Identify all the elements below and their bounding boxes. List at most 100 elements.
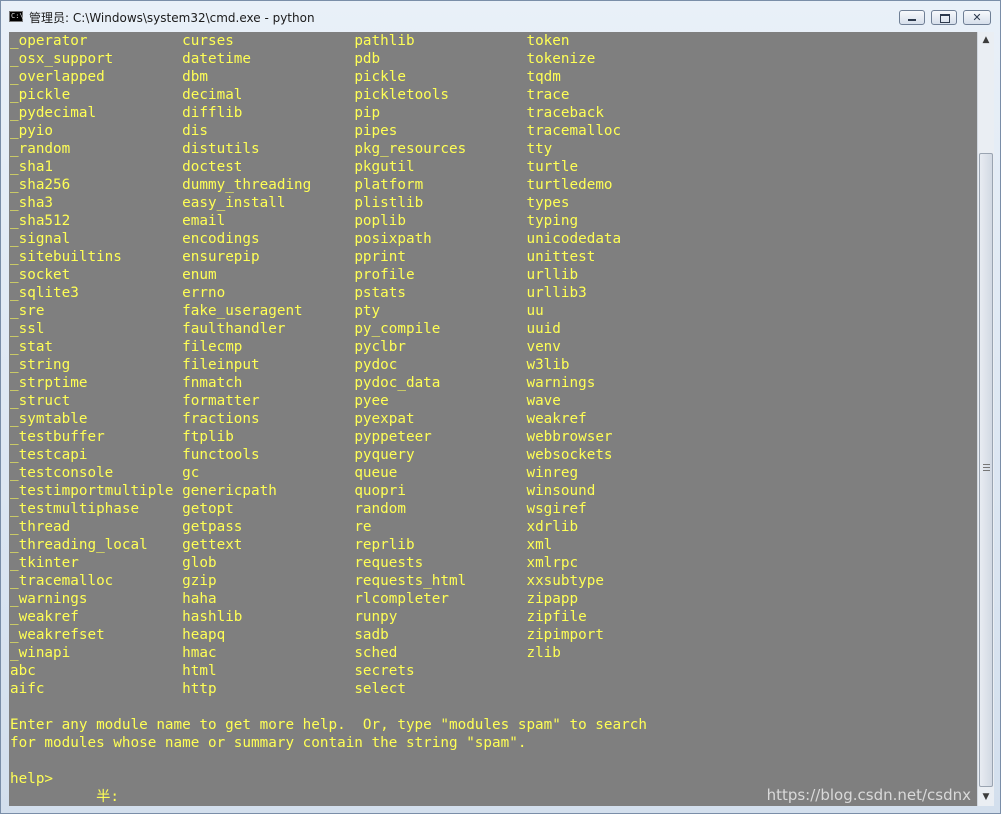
ime-status: 半: — [96, 789, 119, 805]
module-name: _signal — [10, 231, 183, 247]
module-name: pdb — [354, 51, 527, 67]
module-name: formatter — [182, 393, 355, 409]
module-name: html — [182, 663, 355, 679]
module-name: zipfile — [526, 609, 587, 625]
scroll-up-arrow-icon[interactable]: ▲ — [978, 32, 994, 49]
module-name: types — [526, 195, 570, 211]
module-name: gzip — [182, 573, 355, 589]
help-text-line: Enter any module name to get more help. … — [10, 717, 647, 733]
module-name: dis — [182, 123, 355, 139]
module-name: zipimport — [526, 627, 604, 643]
module-name: websockets — [526, 447, 613, 463]
module-name: fake_useragent — [182, 303, 355, 319]
module-name: email — [182, 213, 355, 229]
module-name: heapq — [182, 627, 355, 643]
module-name: functools — [182, 447, 355, 463]
module-name: unicodedata — [526, 231, 622, 247]
module-name: pipes — [354, 123, 527, 139]
module-name: warnings — [526, 375, 596, 391]
module-name: urllib — [526, 267, 579, 283]
module-name: xxsubtype — [526, 573, 604, 589]
module-name: zlib — [526, 645, 561, 661]
title-bar[interactable]: C:\ 管理员: C:\Windows\system32\cmd.exe - p… — [1, 1, 1000, 31]
module-name: queue — [354, 465, 527, 481]
module-name: requests_html — [354, 573, 527, 589]
module-name: urllib3 — [526, 285, 587, 301]
module-name: runpy — [354, 609, 527, 625]
help-text-line: for modules whose name or summary contai… — [10, 735, 527, 751]
module-name: zipapp — [526, 591, 579, 607]
module-name: tokenize — [526, 51, 596, 67]
close-icon: ✕ — [972, 11, 982, 24]
module-name: hashlib — [182, 609, 355, 625]
module-name: distutils — [182, 141, 355, 157]
module-name: gettext — [182, 537, 355, 553]
module-name: _winapi — [10, 645, 183, 661]
module-name: select — [354, 681, 406, 697]
watermark: https://blog.csdn.net/csdnx — [766, 786, 971, 804]
module-name: _sitebuiltins — [10, 249, 183, 265]
module-name: quopri — [354, 483, 527, 499]
module-name: tqdm — [526, 69, 561, 85]
help-prompt[interactable]: help> — [10, 771, 53, 787]
module-name: easy_install — [182, 195, 355, 211]
cmd-icon[interactable]: C:\ — [9, 11, 24, 22]
module-name: poplib — [354, 213, 527, 229]
scroll-down-arrow-icon[interactable]: ▼ — [978, 789, 994, 806]
module-name: hmac — [182, 645, 355, 661]
module-name: glob — [182, 555, 355, 571]
module-name: xml — [526, 537, 553, 553]
module-name: uu — [526, 303, 544, 319]
module-name: _pydecimal — [10, 105, 183, 121]
module-name: _random — [10, 141, 183, 157]
module-name: faulthandler — [182, 321, 355, 337]
console-output[interactable]: _operator curses pathlib token _osx_supp… — [9, 32, 977, 806]
module-name: _overlapped — [10, 69, 183, 85]
module-name: platform — [354, 177, 527, 193]
module-name: re — [354, 519, 527, 535]
module-name: _testmultiphase — [10, 501, 183, 517]
scroll-thumb[interactable] — [979, 153, 993, 787]
module-name: _thread — [10, 519, 183, 535]
module-name: wsgiref — [526, 501, 587, 517]
module-name: turtledemo — [526, 177, 613, 193]
module-name: ftplib — [182, 429, 355, 445]
module-name: pydoc_data — [354, 375, 527, 391]
close-button[interactable]: ✕ — [963, 10, 991, 25]
vertical-scrollbar[interactable]: ▲ ▼ — [977, 32, 994, 806]
module-name: ensurepip — [182, 249, 355, 265]
console-text: _operator curses pathlib token _osx_supp… — [10, 32, 647, 806]
module-name: xdrlib — [526, 519, 579, 535]
module-name: venv — [526, 339, 561, 355]
maximize-button[interactable] — [931, 10, 957, 25]
module-name: filecmp — [182, 339, 355, 355]
module-name: getopt — [182, 501, 355, 517]
module-name: aifc — [10, 681, 183, 697]
maximize-icon — [940, 14, 950, 23]
module-name: errno — [182, 285, 355, 301]
module-name: pyppeteer — [354, 429, 527, 445]
window-title: 管理员: C:\Windows\system32\cmd.exe - pytho… — [29, 11, 315, 25]
module-name: _weakrefset — [10, 627, 183, 643]
module-name: pkg_resources — [354, 141, 527, 157]
module-name: plistlib — [354, 195, 527, 211]
module-name: wave — [526, 393, 561, 409]
module-name: decimal — [182, 87, 355, 103]
minimize-button[interactable] — [899, 10, 925, 25]
module-name: fileinput — [182, 357, 355, 373]
module-name: winreg — [526, 465, 579, 481]
module-name: token — [526, 33, 570, 49]
module-name: weakref — [526, 411, 587, 427]
module-name: requests — [354, 555, 527, 571]
module-name: gc — [182, 465, 355, 481]
module-name: rlcompleter — [354, 591, 527, 607]
module-name: abc — [10, 663, 183, 679]
module-name: haha — [182, 591, 355, 607]
cmd-window: C:\ 管理员: C:\Windows\system32\cmd.exe - p… — [0, 0, 1001, 814]
module-name: turtle — [526, 159, 579, 175]
module-name: _sre — [10, 303, 183, 319]
module-name: _stat — [10, 339, 183, 355]
module-name: pyexpat — [354, 411, 527, 427]
module-name: traceback — [526, 105, 604, 121]
module-name: xmlrpc — [526, 555, 579, 571]
